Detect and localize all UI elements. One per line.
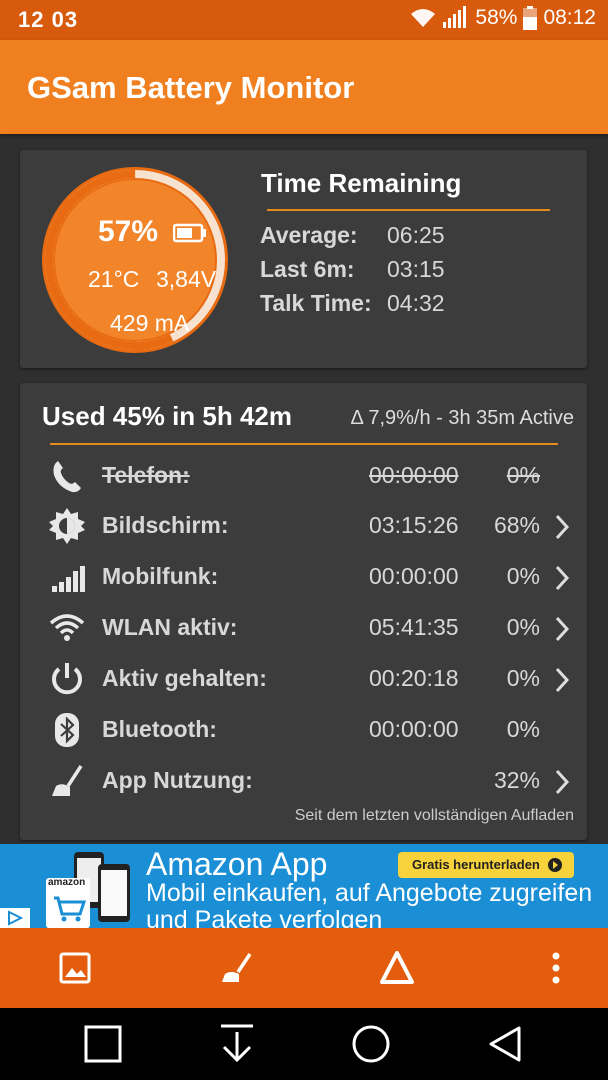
ad-cta-label: Gratis herunterladen — [412, 857, 540, 872]
usage-row-time: 03:15:26 — [369, 512, 459, 538]
status-battery-text: 58% — [475, 6, 518, 29]
usage-row-percent: 0% — [506, 716, 540, 742]
time-remaining-divider — [267, 209, 550, 211]
bottom-toolbar — [0, 928, 608, 1008]
status-time: 12 03 — [18, 7, 79, 32]
ad-brand: Amazon App — [146, 846, 328, 882]
battery-status-icon — [523, 6, 538, 30]
recents-icon[interactable] — [81, 1022, 125, 1066]
image-icon[interactable] — [55, 948, 95, 988]
play-icon — [548, 858, 562, 872]
usage-row-telefon[interactable]: Telefon: 00:00:00 0% — [20, 453, 587, 499]
delta-icon[interactable] — [377, 948, 417, 988]
time-remaining-row: Average: 06:25 — [260, 222, 445, 249]
usage-row-name: WLAN aktiv: — [102, 614, 238, 640]
ad-banner[interactable]: amazon Amazon App Mobil einkaufen, auf A… — [0, 844, 608, 928]
brightness-icon — [49, 508, 85, 544]
navigation-bar — [0, 1008, 608, 1080]
usage-card: Used 45% in 5h 42m Δ 7,9%/h - 3h 35m Act… — [20, 383, 587, 840]
summary-card[interactable]: 57% 21°C 3,84V 429 mA Time Remaining Ave… — [20, 150, 587, 368]
chevron-right-icon — [555, 769, 570, 795]
chevron-right-icon — [555, 667, 570, 693]
ad-description: Mobil einkaufen, auf Angebote zugreifen … — [146, 879, 593, 929]
usage-row-percent: 68% — [493, 512, 540, 538]
usage-row-name: Telefon: — [102, 462, 190, 488]
time-remaining-value: 04:32 — [387, 290, 445, 316]
chevron-right-icon — [555, 514, 570, 540]
wifi-icon — [49, 614, 85, 641]
usage-rate: Δ 7,9%/h - 3h 35m Active — [350, 407, 574, 429]
usage-row-percent: 0% — [506, 563, 540, 589]
usage-row-name: Aktiv gehalten: — [102, 665, 267, 691]
download-icon[interactable] — [215, 1022, 259, 1066]
usage-divider — [50, 443, 558, 445]
time-remaining-label: Talk Time: — [260, 290, 372, 316]
broom-icon[interactable] — [216, 948, 256, 988]
app-title: GSam Battery Monitor — [27, 70, 355, 105]
usage-row-wlan[interactable]: WLAN aktiv: 05:41:35 0% — [20, 605, 587, 651]
home-icon[interactable] — [349, 1022, 393, 1066]
time-remaining-row: Last 6m: 03:15 — [260, 256, 445, 283]
amazon-app-graphic — [46, 852, 130, 928]
battery-icon — [173, 223, 206, 243]
time-remaining-row: Talk Time: 04:32 — [260, 290, 445, 317]
usage-row-percent: 0% — [506, 462, 540, 488]
usage-row-time: 00:00:00 — [369, 716, 459, 742]
more-vert-icon[interactable] — [536, 948, 576, 988]
usage-row-mobilfunk[interactable]: Mobilfunk: 00:00:00 0% — [20, 554, 587, 600]
usage-row-aktiv[interactable]: Aktiv gehalten: 00:20:18 0% — [20, 656, 587, 702]
usage-row-bluetooth[interactable]: Bluetooth: 00:00:00 0% — [20, 707, 587, 753]
battery-temperature: 21°C — [88, 266, 140, 292]
status-bar: 12 03 58% 08:12 — [0, 0, 608, 40]
usage-footnote: Seit dem letzten vollständigen Aufladen — [294, 807, 574, 824]
usage-row-percent: 32% — [493, 767, 540, 793]
signal-status-icon — [443, 6, 467, 28]
usage-row-app-nutzung[interactable]: App Nutzung: 32% — [20, 758, 587, 804]
usage-row-time: 00:00:00 — [369, 462, 459, 488]
status-icons: 58% 08:12 — [409, 6, 596, 30]
chevron-right-icon — [555, 616, 570, 642]
bluetooth-icon — [55, 713, 79, 747]
signal-icon — [52, 566, 85, 592]
broom-icon — [52, 765, 83, 796]
wifi-status-icon — [411, 9, 436, 27]
amazon-logo-text: amazon — [48, 877, 86, 888]
battery-percent: 57% — [98, 215, 159, 248]
time-remaining-label: Last 6m: — [260, 256, 355, 282]
usage-row-time: 00:20:18 — [369, 665, 459, 691]
usage-title: Used 45% in 5h 42m — [42, 401, 292, 431]
time-remaining-value: 06:25 — [387, 222, 445, 248]
status-clock: 08:12 — [543, 6, 596, 29]
phone-icon — [53, 461, 81, 493]
usage-row-percent: 0% — [506, 665, 540, 691]
chevron-right-icon — [555, 565, 570, 591]
time-remaining-label: Average: — [260, 222, 358, 248]
power-icon — [52, 663, 82, 695]
ad-download-button[interactable]: Gratis herunterladen — [398, 852, 574, 878]
usage-row-time: 00:00:00 — [369, 563, 459, 589]
usage-row-percent: 0% — [506, 614, 540, 640]
usage-row-name: App Nutzung: — [102, 767, 253, 793]
battery-current: 429 mA — [110, 310, 190, 336]
ad-choices-icon[interactable] — [0, 908, 30, 928]
usage-row-time: 05:41:35 — [369, 614, 459, 640]
battery-gauge[interactable]: 57% 21°C 3,84V 429 mA — [40, 165, 230, 355]
app-bar: GSam Battery Monitor — [0, 40, 608, 134]
time-remaining-title: Time Remaining — [261, 168, 462, 198]
back-icon[interactable] — [483, 1022, 527, 1066]
time-remaining-value: 03:15 — [387, 256, 445, 282]
usage-row-name: Bluetooth: — [102, 716, 217, 742]
usage-row-name: Mobilfunk: — [102, 563, 219, 589]
usage-row-name: Bildschirm: — [102, 512, 229, 538]
usage-row-bildschirm[interactable]: Bildschirm: 03:15:26 68% — [20, 503, 587, 549]
battery-voltage: 3,84V — [156, 266, 217, 292]
